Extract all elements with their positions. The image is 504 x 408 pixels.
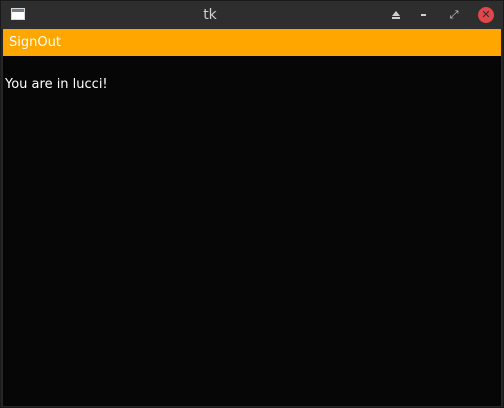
maximize-icon[interactable]: ⤢ — [446, 7, 462, 23]
titlebar[interactable]: tk ⤢ ✕ — [1, 1, 503, 29]
close-icon[interactable]: ✕ — [478, 7, 494, 23]
app-window: tk ⤢ ✕ SignOut You are in lucci! — [0, 0, 504, 408]
window-title: tk — [203, 7, 217, 23]
keep-above-icon[interactable] — [392, 11, 400, 16]
main-content: SignOut You are in lucci! — [3, 29, 501, 406]
welcome-message: You are in lucci! — [5, 77, 108, 92]
minimize-icon[interactable] — [421, 14, 426, 16]
signout-button[interactable]: SignOut — [3, 29, 501, 56]
keep-above-icon-bar — [392, 17, 400, 19]
